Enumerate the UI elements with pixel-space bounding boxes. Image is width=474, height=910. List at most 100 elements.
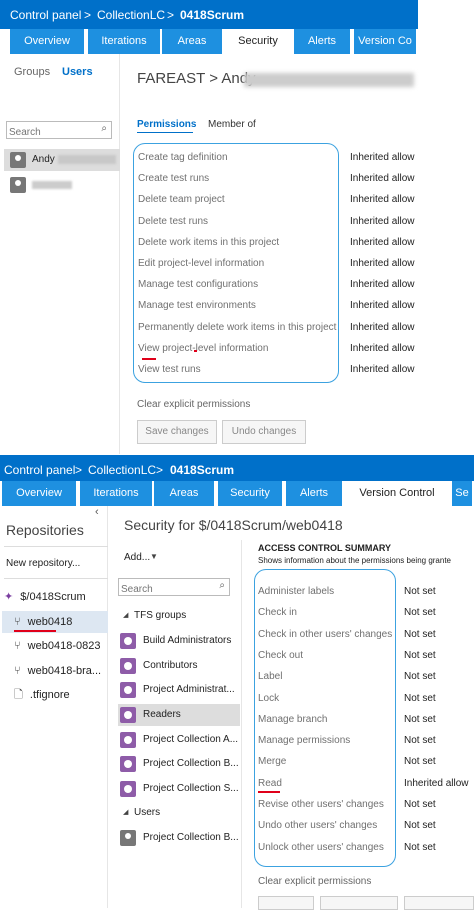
user-label: Project Collection B... xyxy=(143,832,239,843)
permission-value[interactable]: Not set xyxy=(404,714,436,725)
collapse-chevron-left-icon[interactable]: ‹ xyxy=(95,506,99,518)
group-project-collection-s[interactable]: Project Collection S... xyxy=(118,778,240,800)
save-changes-button[interactable]: Save changes xyxy=(137,420,217,444)
user-project-collection-b[interactable]: Project Collection B... xyxy=(118,827,240,849)
permission-value[interactable]: Inherited allow xyxy=(350,343,414,354)
repo-web0418-0823[interactable]: ⑂ web0418-0823 xyxy=(14,636,100,656)
clear-permissions-link[interactable]: Clear explicit permissions xyxy=(137,399,250,410)
add-button[interactable]: Add... xyxy=(124,552,150,563)
tab-security[interactable]: Security xyxy=(218,481,284,506)
permission-value[interactable]: Not set xyxy=(404,842,436,853)
group-icon xyxy=(120,682,136,698)
permission-value[interactable]: Inherited allow xyxy=(350,194,414,205)
permission-value[interactable]: Not set xyxy=(404,650,436,661)
group-project-collection-a[interactable]: Project Collection A... xyxy=(118,729,240,751)
permission-value[interactable]: Inherited allow xyxy=(350,279,414,290)
user-row[interactable] xyxy=(4,174,120,196)
permission-value[interactable]: Not set xyxy=(404,820,436,831)
tab-areas[interactable]: Areas xyxy=(162,29,224,54)
permission-value[interactable]: Inherited allow xyxy=(350,216,414,227)
permission-value[interactable]: Not set xyxy=(404,735,436,746)
permission-value[interactable]: Inherited allow xyxy=(404,778,468,789)
crumb-collection[interactable]: CollectionLC xyxy=(88,463,156,477)
groups-search-box[interactable]: ⌕ xyxy=(118,578,230,598)
crumb-project[interactable]: 0418Scrum xyxy=(170,463,234,477)
user-icon xyxy=(120,830,136,846)
tab-version-control[interactable]: Version Co xyxy=(354,29,418,54)
annotation-underline xyxy=(258,791,280,793)
repo-root[interactable]: ✦ $/0418Scrum xyxy=(4,587,86,607)
caret-down-icon[interactable]: ▼ xyxy=(150,552,158,561)
repo-web0418[interactable]: ⑂ web0418 xyxy=(14,612,72,632)
group-project-administrators[interactable]: Project Administrat... xyxy=(118,679,240,701)
repo-web0418-branch[interactable]: ⑂ web0418-bra... xyxy=(14,661,101,681)
crumb-control-panel[interactable]: Control panel xyxy=(10,8,81,22)
group-label: Project Collection A... xyxy=(143,734,239,745)
permission-name: Manage permissions xyxy=(258,735,351,747)
permission-value[interactable]: Not set xyxy=(404,756,436,767)
project-icon: ✦ xyxy=(4,591,14,603)
permission-value[interactable]: Not set xyxy=(404,671,436,682)
permission-value[interactable]: Inherited allow xyxy=(350,173,414,184)
clear-permissions-link[interactable]: Clear explicit permissions xyxy=(258,876,371,887)
expand-caret-icon[interactable]: ◢ xyxy=(123,611,128,619)
permission-name: Check in other users' changes xyxy=(258,628,393,640)
permission-name: Delete team project xyxy=(138,194,225,206)
permission-value[interactable]: Inherited allow xyxy=(350,152,414,163)
permission-name: Check out xyxy=(258,649,304,661)
tab-iterations[interactable]: Iterations xyxy=(88,29,162,54)
crumb-project[interactable]: 0418Scrum xyxy=(180,8,244,22)
tab-users[interactable]: Users xyxy=(62,66,93,78)
crumb-sep: > xyxy=(84,8,92,22)
branch-icon: ⑂ xyxy=(14,640,21,652)
expand-caret-icon[interactable]: ◢ xyxy=(123,808,128,816)
permission-value[interactable]: Not set xyxy=(404,607,436,618)
tab-groups[interactable]: Groups xyxy=(14,66,50,78)
subtab-permissions[interactable]: Permissions xyxy=(137,119,196,130)
group-contributors[interactable]: Contributors xyxy=(118,655,240,677)
permission-value[interactable]: Inherited allow xyxy=(350,322,414,333)
tab-areas[interactable]: Areas xyxy=(154,481,216,506)
tab-overview[interactable]: Overview xyxy=(2,481,78,506)
group-build-administrators[interactable]: Build Administrators xyxy=(118,630,240,652)
permission-value[interactable]: Not set xyxy=(404,629,436,640)
users-search-box[interactable]: ⌕ xyxy=(6,121,112,141)
crumb-control-panel[interactable]: Control panel xyxy=(4,463,75,477)
permission-value[interactable]: Inherited allow xyxy=(350,300,414,311)
group-readers[interactable]: Readers xyxy=(118,704,240,726)
tab-version-control[interactable]: Version Control xyxy=(346,481,450,506)
user-row-selected[interactable]: Andy xyxy=(4,149,120,171)
group-icon xyxy=(120,633,136,649)
branch-icon: ⑂ xyxy=(14,665,21,677)
search-icon[interactable]: ⌕ xyxy=(219,580,225,591)
groups-search-input[interactable] xyxy=(119,581,209,598)
group-icon xyxy=(120,707,136,723)
permission-value[interactable]: Inherited allow xyxy=(350,258,414,269)
permission-value[interactable]: Not set xyxy=(404,799,436,810)
permission-name: Revise other users' changes xyxy=(258,799,384,810)
branch-icon: ⑂ xyxy=(14,616,21,628)
permission-value[interactable]: Not set xyxy=(404,693,436,704)
tab-alerts[interactable]: Alerts xyxy=(286,481,344,506)
search-icon[interactable]: ⌕ xyxy=(101,123,107,134)
tab-iterations[interactable]: Iterations xyxy=(80,481,154,506)
undo-changes-button[interactable]: Undo changes xyxy=(222,420,306,444)
group-icon xyxy=(120,658,136,674)
tab-overview[interactable]: Overview xyxy=(10,29,86,54)
page-title: FAREAST > Andy xyxy=(137,70,256,87)
new-repository-link[interactable]: New repository... xyxy=(6,558,80,569)
group-label: Project Collection S... xyxy=(143,783,239,794)
permission-value[interactable]: Not set xyxy=(404,586,436,597)
group-project-collection-b[interactable]: Project Collection B... xyxy=(118,753,240,775)
permission-value[interactable]: Inherited allow xyxy=(350,364,414,375)
permission-value[interactable]: Inherited allow xyxy=(350,237,414,248)
file-tfignore[interactable]: 🗋 .tfignore xyxy=(14,685,70,705)
repositories-title: Repositories xyxy=(6,522,84,538)
crumb-collection[interactable]: CollectionLC xyxy=(97,8,165,22)
tab-security[interactable]: Security xyxy=(226,29,292,54)
tab-alerts[interactable]: Alerts xyxy=(294,29,352,54)
tab-overflow[interactable]: Se xyxy=(452,481,474,506)
group-icon xyxy=(120,756,136,772)
subtab-member-of[interactable]: Member of xyxy=(208,119,256,130)
users-search-input[interactable] xyxy=(7,124,91,141)
